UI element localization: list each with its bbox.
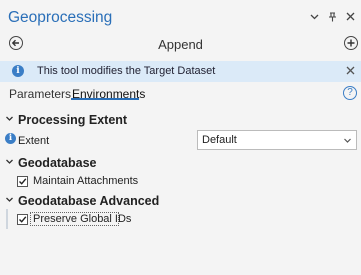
section-label: Geodatabase bbox=[18, 156, 97, 170]
close-icon[interactable] bbox=[346, 12, 355, 25]
chevron-down-icon bbox=[6, 197, 13, 202]
maintain-attachments-checkbox[interactable] bbox=[17, 176, 28, 187]
tool-header: Append bbox=[0, 34, 361, 56]
tab-parameters[interactable]: Parameters bbox=[9, 87, 71, 101]
active-tab-indicator bbox=[71, 98, 139, 100]
preserve-global-ids-checkbox[interactable] bbox=[17, 214, 28, 225]
extent-select[interactable]: Default bbox=[197, 130, 357, 150]
pane-title-bar: Geoprocessing bbox=[0, 0, 361, 30]
window-controls bbox=[310, 12, 355, 25]
info-message: This tool modifies the Target Dataset bbox=[37, 65, 216, 77]
maintain-attachments-row: Maintain Attachments bbox=[0, 175, 361, 191]
chevron-down-icon bbox=[6, 159, 13, 164]
focus-rectangle bbox=[30, 212, 119, 226]
info-icon[interactable]: i bbox=[5, 133, 16, 144]
tool-title: Append bbox=[158, 37, 203, 52]
info-icon: i bbox=[12, 65, 24, 77]
chevron-down-icon[interactable] bbox=[310, 12, 319, 25]
checkmark-icon bbox=[19, 178, 27, 185]
section-geodatabase-advanced[interactable]: Geodatabase Advanced bbox=[0, 193, 361, 209]
pane-title: Geoprocessing bbox=[8, 9, 113, 26]
info-message-bar: i This tool modifies the Target Dataset bbox=[0, 61, 361, 82]
extent-label: Extent bbox=[18, 135, 50, 147]
help-icon[interactable]: ? bbox=[343, 86, 357, 100]
section-label: Geodatabase Advanced bbox=[18, 194, 160, 208]
add-icon[interactable] bbox=[344, 36, 358, 50]
chevron-down-icon bbox=[344, 138, 351, 143]
close-icon[interactable] bbox=[346, 64, 355, 78]
section-geodatabase[interactable]: Geodatabase bbox=[0, 155, 361, 171]
section-processing-extent[interactable]: Processing Extent bbox=[0, 112, 361, 128]
pin-icon[interactable] bbox=[328, 12, 337, 25]
chevron-down-icon bbox=[6, 116, 13, 121]
checkmark-icon bbox=[19, 216, 27, 223]
extent-value: Default bbox=[202, 134, 237, 146]
section-label: Processing Extent bbox=[18, 113, 128, 127]
maintain-attachments-label[interactable]: Maintain Attachments bbox=[33, 175, 138, 187]
tab-strip: Parameters Environments bbox=[0, 84, 361, 102]
